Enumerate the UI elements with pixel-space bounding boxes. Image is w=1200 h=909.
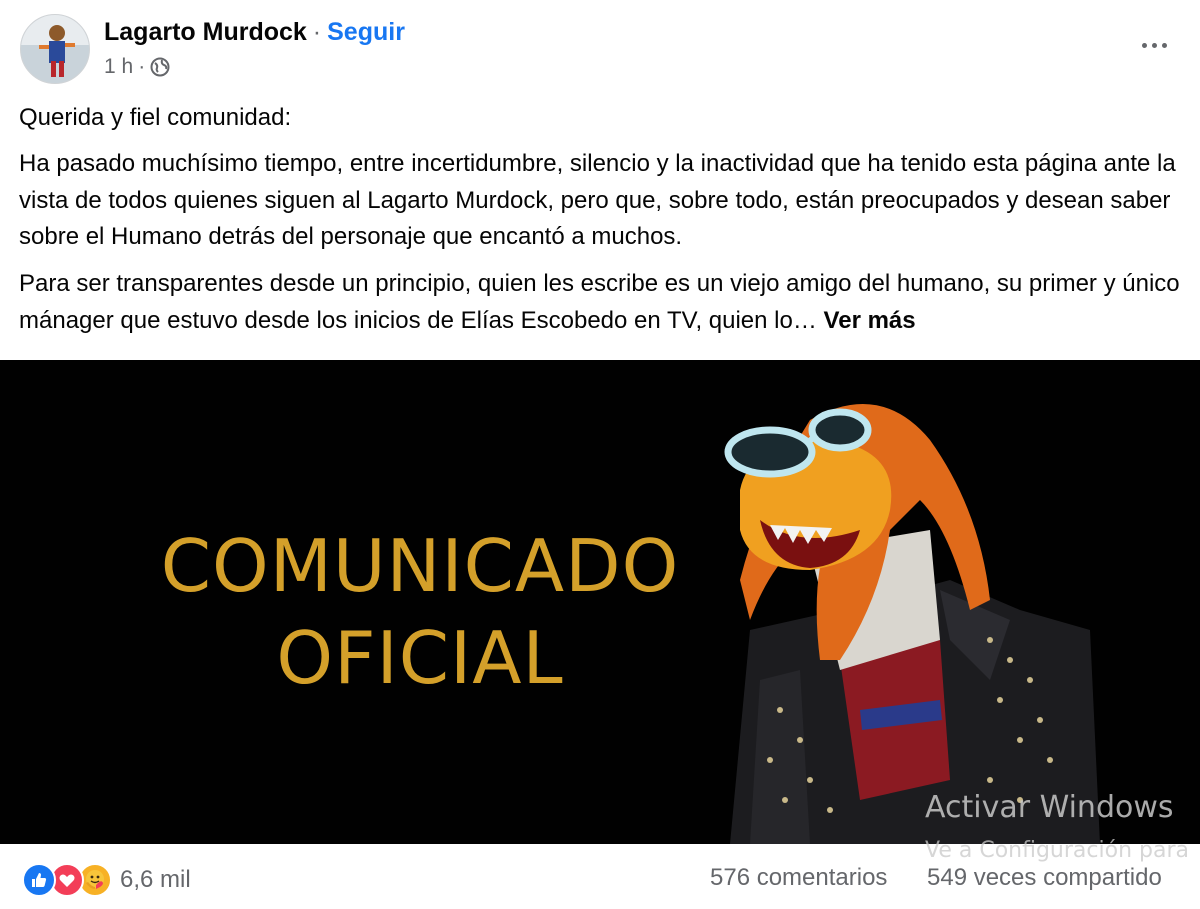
comments-count[interactable]: 576 comentarios: [710, 864, 887, 892]
post-meta: 1 h ·: [104, 54, 170, 80]
avatar-image: [21, 15, 89, 83]
author-line: Lagarto Murdock · Seguir: [104, 16, 405, 48]
post-paragraph-3-text: Para ser transparentes desde un principi…: [19, 270, 1180, 334]
post-paragraph-3: Para ser transparentes desde un principi…: [19, 266, 1184, 339]
post-header: Lagarto Murdock · Seguir 1 h ·: [0, 0, 1200, 100]
meta-separator: ·: [138, 55, 146, 78]
post-timestamp[interactable]: 1 h: [104, 55, 133, 79]
reaction-count[interactable]: 6,6 mil: [120, 866, 191, 894]
separator-dot: ·: [312, 17, 322, 46]
globe-icon[interactable]: [150, 57, 170, 77]
post-paragraph-1: Querida y fiel comunidad:: [19, 104, 292, 131]
author-name[interactable]: Lagarto Murdock: [104, 18, 307, 47]
image-title-line-2: OFICIAL: [276, 616, 564, 700]
windows-activation-title: Activar Windows: [925, 790, 1174, 825]
post-image[interactable]: COMUNICADO OFICIAL: [0, 360, 1200, 844]
more-options-icon[interactable]: [1134, 30, 1174, 60]
image-title-line-1: COMUNICADO: [160, 524, 680, 608]
see-more-link[interactable]: Ver más: [824, 307, 916, 334]
author-avatar[interactable]: [20, 14, 90, 84]
shares-count[interactable]: 549 veces compartido: [927, 864, 1162, 892]
like-icon: [22, 863, 56, 897]
post-footer: 6,6 mil 576 comentarios 549 veces compar…: [0, 850, 1200, 909]
post-paragraph-2: Ha pasado muchísimo tiempo, entre incert…: [19, 150, 1176, 250]
reactions-summary[interactable]: 6,6 mil: [22, 863, 191, 897]
puppet-illustration: [724, 404, 1100, 844]
image-title: COMUNICADO OFICIAL: [145, 520, 695, 704]
follow-button[interactable]: Seguir: [327, 18, 405, 47]
